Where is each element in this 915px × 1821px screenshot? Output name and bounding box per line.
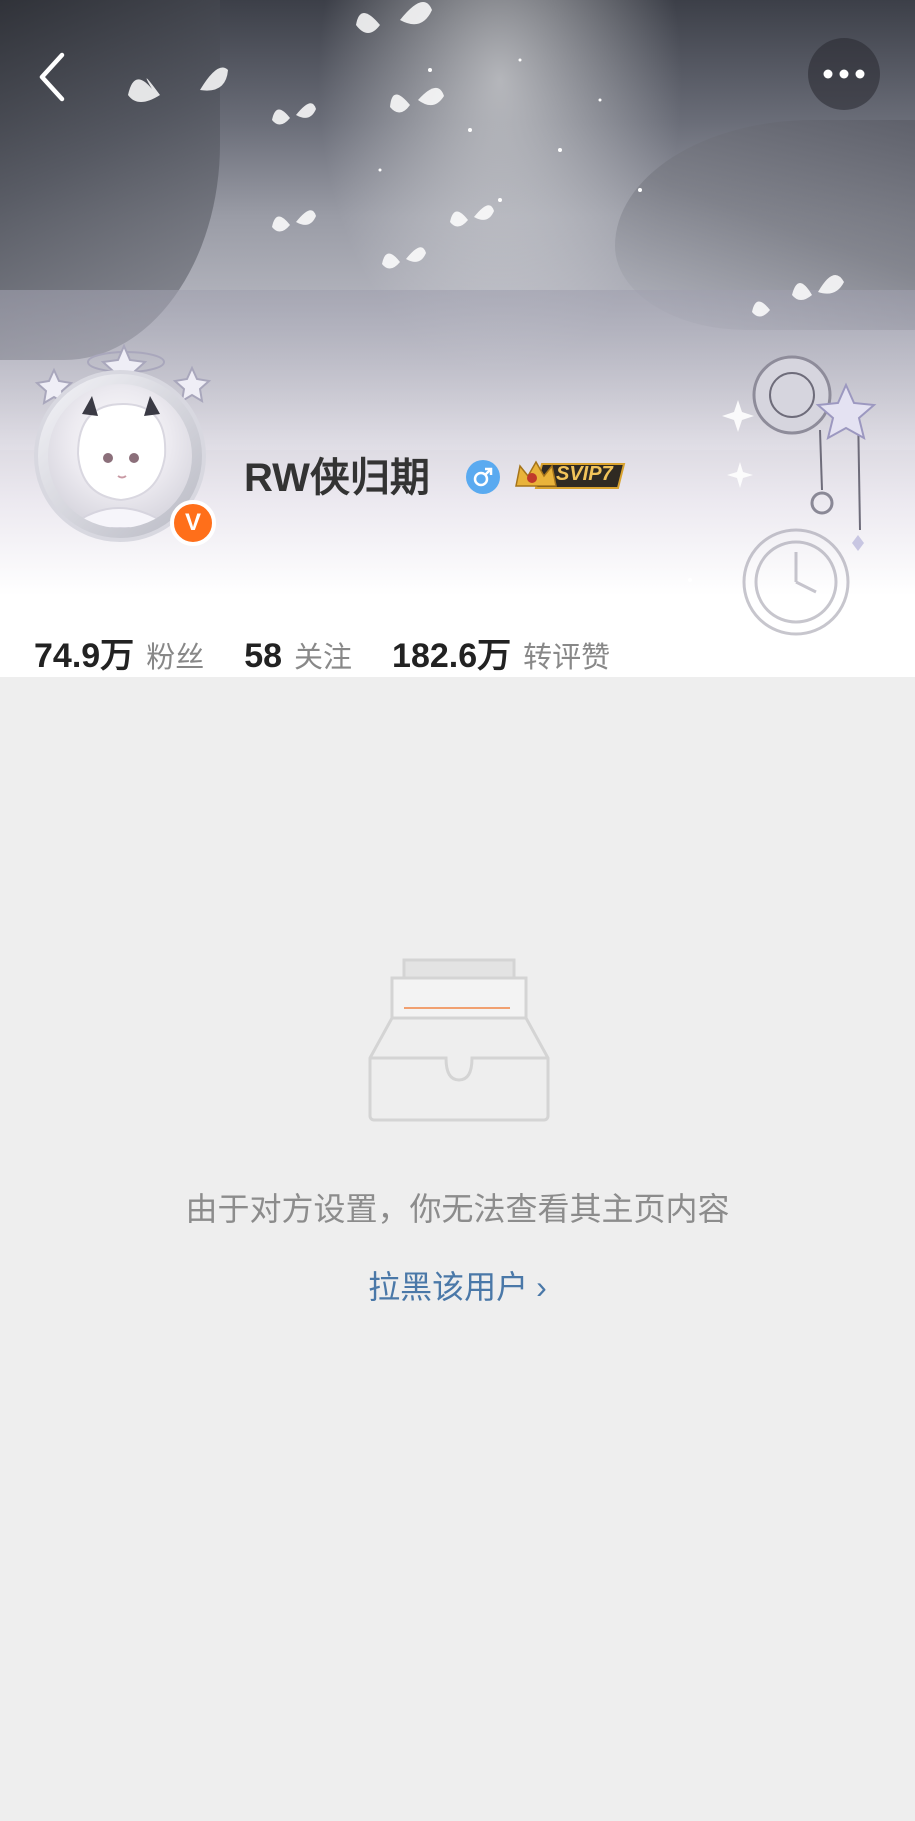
svip-badge[interactable]: SVIP7	[512, 456, 628, 496]
stat-interactions-value: 182.6万	[392, 637, 512, 675]
empty-inbox-icon	[368, 958, 550, 1122]
more-options-button[interactable]	[808, 38, 880, 110]
chevron-right-icon: ›	[536, 1269, 547, 1305]
stat-following[interactable]: 58 关注	[244, 634, 352, 676]
stat-followers-value: 74.9万	[34, 637, 135, 675]
verified-badge: V	[170, 500, 216, 546]
male-icon	[466, 460, 500, 494]
block-user-link[interactable]: 拉黑该用户 ›	[0, 1262, 915, 1308]
stat-interactions[interactable]: 182.6万 转评赞	[392, 628, 610, 677]
back-arrow-icon	[39, 52, 65, 102]
avatar-character-icon	[66, 396, 174, 528]
verified-mark: V	[184, 509, 201, 536]
back-button[interactable]	[22, 42, 82, 112]
avatar-image	[48, 384, 192, 528]
svip-label: SVIP7	[556, 463, 613, 485]
cover-decoration	[128, 2, 877, 660]
stat-following-label: 关注	[294, 642, 353, 674]
profile-stats: 74.9万 粉丝 58 关注 182.6万 转评赞	[34, 628, 650, 677]
stat-followers-label: 粉丝	[146, 642, 205, 674]
restricted-notice: 由于对方设置，你无法查看其主页内容	[185, 1191, 730, 1227]
username: RW侠归期	[244, 456, 430, 500]
stat-followers[interactable]: 74.9万 粉丝	[34, 628, 204, 677]
stat-following-value: 58	[244, 637, 283, 675]
block-user-label: 拉黑该用户	[368, 1269, 529, 1305]
profile-header: V RW侠归期 SVIP7 74.9万 粉丝 58 关注 182.6万 转评赞	[0, 0, 915, 677]
stat-interactions-label: 转评赞	[523, 642, 611, 674]
more-dots-icon	[823, 69, 865, 79]
avatar[interactable]: V	[28, 340, 218, 546]
